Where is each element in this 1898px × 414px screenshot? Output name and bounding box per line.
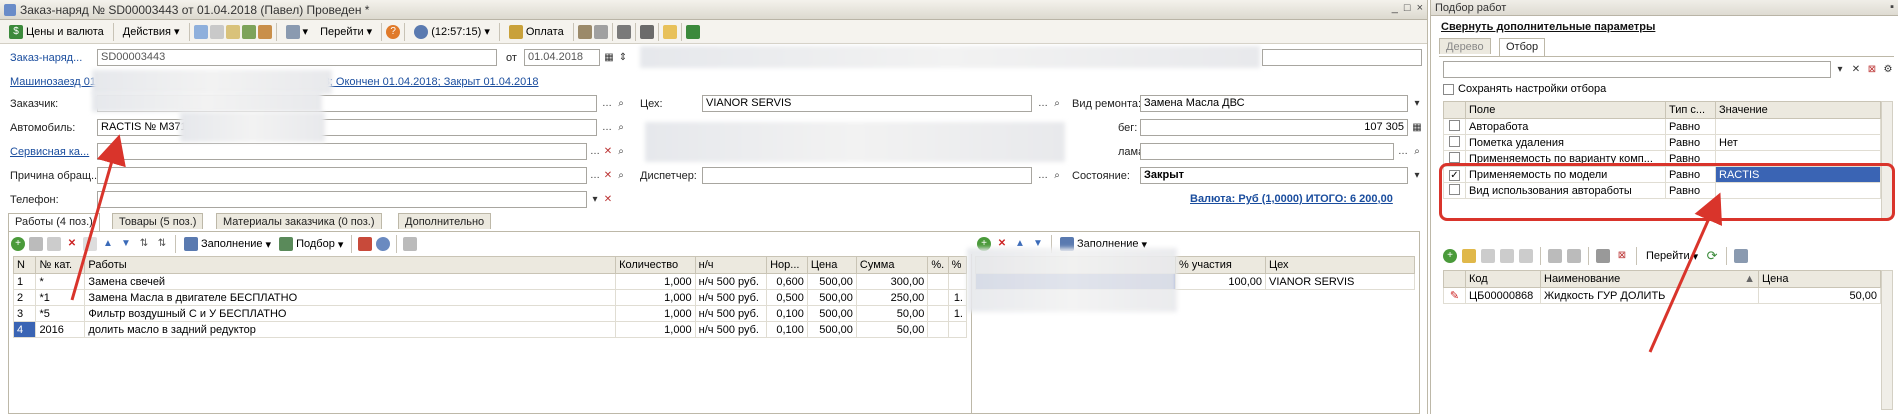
annotation-arrows bbox=[70, 134, 1723, 353]
arrow-to-car-field bbox=[70, 134, 126, 301]
arrow-to-model-filter bbox=[1648, 192, 1723, 353]
